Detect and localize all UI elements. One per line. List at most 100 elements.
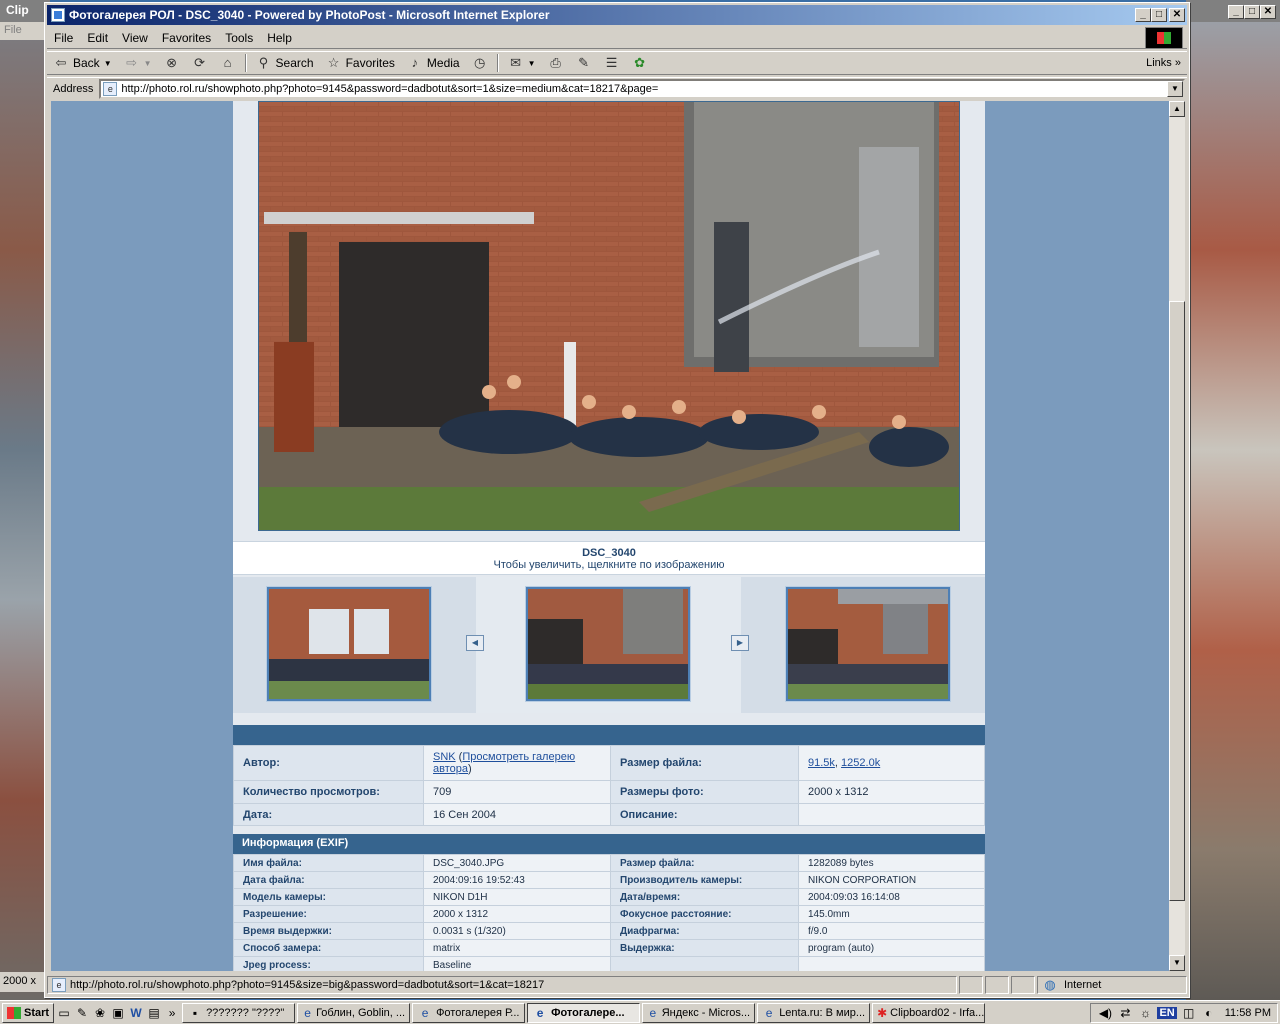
menu-edit[interactable]: Edit xyxy=(80,29,115,47)
task-button[interactable]: e Яндекс - Micros... xyxy=(642,1002,756,1023)
next-photo-thumbnail[interactable] xyxy=(786,587,950,701)
search-button[interactable]: ⚲ Search xyxy=(250,52,320,74)
dropdown-icon[interactable]: ▼ xyxy=(528,59,536,68)
print-button[interactable]: ⎙ xyxy=(542,52,570,74)
quick-launch-icon[interactable]: ▤ xyxy=(146,1005,162,1021)
exif-value: 2004:09:16 19:52:43 xyxy=(423,871,611,889)
table-row: Автор: SNK (Просмотреть галерею автора) … xyxy=(233,745,985,781)
word-icon[interactable]: W xyxy=(128,1005,144,1021)
browser-window: Фотогалерея РОЛ - DSC_3040 - Powered by … xyxy=(44,2,1190,998)
date-value: 16 Сен 2004 xyxy=(423,803,611,826)
maximize-button[interactable]: □ xyxy=(1151,8,1167,22)
tray-app-icon[interactable]: ☼ xyxy=(1137,1005,1153,1021)
background-window-title[interactable]: Clip xyxy=(0,0,50,22)
mail-button[interactable]: ✉ ▼ xyxy=(502,52,542,74)
language-indicator[interactable]: EN xyxy=(1157,1006,1177,1019)
task-button[interactable]: ✱ Clipboard02 - Irfa... xyxy=(872,1002,986,1023)
task-label: Lenta.ru: В мир... xyxy=(779,1006,866,1019)
previous-photo-thumbnail[interactable] xyxy=(267,587,431,701)
exif-label: Дата файла: xyxy=(233,871,424,889)
task-button[interactable]: e Гоблин, Goblin, ... xyxy=(297,1002,411,1023)
task-button[interactable]: ▪ ??????? "????" xyxy=(182,1002,296,1023)
quick-launch-icon[interactable]: ▣ xyxy=(110,1005,126,1021)
table-row: Способ замера: matrix Выдержка: program (au… xyxy=(233,939,985,957)
back-button[interactable]: ⇦ Back ▼ xyxy=(47,52,118,74)
back-arrow-icon: ⇦ xyxy=(55,55,67,70)
quick-launch-icon[interactable]: ❀ xyxy=(92,1005,108,1021)
close-button[interactable]: ✕ xyxy=(1169,8,1185,22)
network-icon[interactable]: ⇄ xyxy=(1117,1005,1133,1021)
exif-value: DSC_3040.JPG xyxy=(423,854,611,872)
tray-app-icon[interactable]: ◫ xyxy=(1181,1005,1197,1021)
current-thumbnail-cell: ◀ ▶ xyxy=(466,577,749,713)
favorites-button[interactable]: ☆ Favorites xyxy=(320,52,401,74)
ie-icon: e xyxy=(649,1005,657,1020)
edit-icon: ✎ xyxy=(578,55,589,70)
medium-size-link[interactable]: 91.5k xyxy=(808,757,835,769)
minimize-icon[interactable]: _ xyxy=(1228,5,1244,19)
messenger-button[interactable]: ✿ xyxy=(626,52,654,74)
back-label: Back xyxy=(73,56,100,70)
menu-help[interactable]: Help xyxy=(260,29,299,47)
previous-thumbnail-cell xyxy=(233,577,476,713)
links-button[interactable]: Links » xyxy=(1146,57,1187,69)
exif-label xyxy=(610,956,799,971)
title-bar[interactable]: Фотогалерея РОЛ - DSC_3040 - Powered by … xyxy=(47,5,1187,25)
menu-tools[interactable]: Tools xyxy=(218,29,260,47)
task-button[interactable]: e Фотогалерея Р... xyxy=(412,1002,526,1023)
dimensions-label: Размеры фото: xyxy=(610,780,799,804)
vertical-scrollbar[interactable]: ▲ ▼ xyxy=(1169,101,1185,971)
dropdown-icon[interactable]: ▼ xyxy=(144,59,152,68)
minimize-button[interactable]: _ xyxy=(1135,8,1151,22)
home-button[interactable]: ⌂ xyxy=(214,52,242,74)
media-button[interactable]: ♪ Media xyxy=(401,52,466,74)
refresh-button[interactable]: ⟳ xyxy=(186,52,214,74)
task-label: Clipboard02 - Irfa... xyxy=(890,1006,985,1019)
scroll-up-icon[interactable]: ▲ xyxy=(1169,101,1185,117)
full-size-link[interactable]: 1252.0k xyxy=(841,757,880,769)
menu-file[interactable]: File xyxy=(47,29,80,47)
tray-app-icon[interactable]: ◐ xyxy=(1201,1005,1217,1021)
task-button[interactable]: e Lenta.ru: В мир... xyxy=(757,1002,871,1023)
status-panel xyxy=(959,976,983,994)
author-link[interactable]: SNK xyxy=(433,751,456,763)
background-window-left: Clip File 2000 x xyxy=(0,0,50,1000)
mail-icon: ✉ xyxy=(510,55,522,70)
background-window-title-right[interactable]: _ □ ✕ xyxy=(1186,0,1280,22)
history-button[interactable]: ◷ xyxy=(466,52,494,74)
dropdown-icon[interactable]: ▼ xyxy=(104,59,112,68)
scrollbar-thumb[interactable] xyxy=(1169,301,1185,901)
maximize-icon[interactable]: □ xyxy=(1244,5,1260,19)
current-photo-thumbnail[interactable] xyxy=(526,587,690,701)
menu-favorites[interactable]: Favorites xyxy=(155,29,218,47)
exif-header: Информация (EXIF) xyxy=(233,834,985,854)
stop-button[interactable]: ⊗ xyxy=(158,52,186,74)
edit-button[interactable]: ✎ xyxy=(570,52,598,74)
messenger-icon: ✿ xyxy=(634,55,645,70)
photo-details-table: Автор: SNK (Просмотреть галерею автора) … xyxy=(233,745,985,826)
main-photo-image[interactable] xyxy=(259,102,960,531)
table-row: Модель камеры: NIKON D1H Дата/время: 2004:0… xyxy=(233,888,985,906)
address-input[interactable]: e http://photo.rol.ru/showphoto.php?phot… xyxy=(99,78,1185,99)
scroll-down-icon[interactable]: ▼ xyxy=(1169,955,1185,971)
address-dropdown-icon[interactable]: ▼ xyxy=(1167,80,1183,97)
exif-label: Модель камеры: xyxy=(233,888,424,906)
show-desktop-icon[interactable]: ▭ xyxy=(56,1005,72,1021)
address-label: Address xyxy=(53,82,94,95)
task-button-active[interactable]: e Фотогалере... xyxy=(527,1002,641,1023)
quick-launch-icon[interactable]: ✎ xyxy=(74,1005,90,1021)
forward-button[interactable]: ⇨ ▼ xyxy=(118,52,158,74)
clock[interactable]: 11:58 PM xyxy=(1225,1007,1271,1019)
exif-label: Дата/время: xyxy=(610,888,799,906)
windows-flag-icon xyxy=(7,1006,21,1019)
chevron-right-icon[interactable]: » xyxy=(164,1005,180,1021)
main-photo[interactable] xyxy=(258,101,960,531)
gallery-page: DSC_3040 Чтобы увеличить, щелкните по из… xyxy=(233,101,985,971)
volume-icon[interactable]: ◀) xyxy=(1097,1005,1113,1021)
start-button[interactable]: Start xyxy=(2,1002,55,1023)
menu-view[interactable]: View xyxy=(115,29,155,47)
previous-arrow-icon[interactable]: ◀ xyxy=(466,635,484,651)
favorites-label: Favorites xyxy=(345,56,395,70)
discuss-button[interactable]: ☰ xyxy=(598,52,626,74)
close-icon[interactable]: ✕ xyxy=(1260,5,1276,19)
